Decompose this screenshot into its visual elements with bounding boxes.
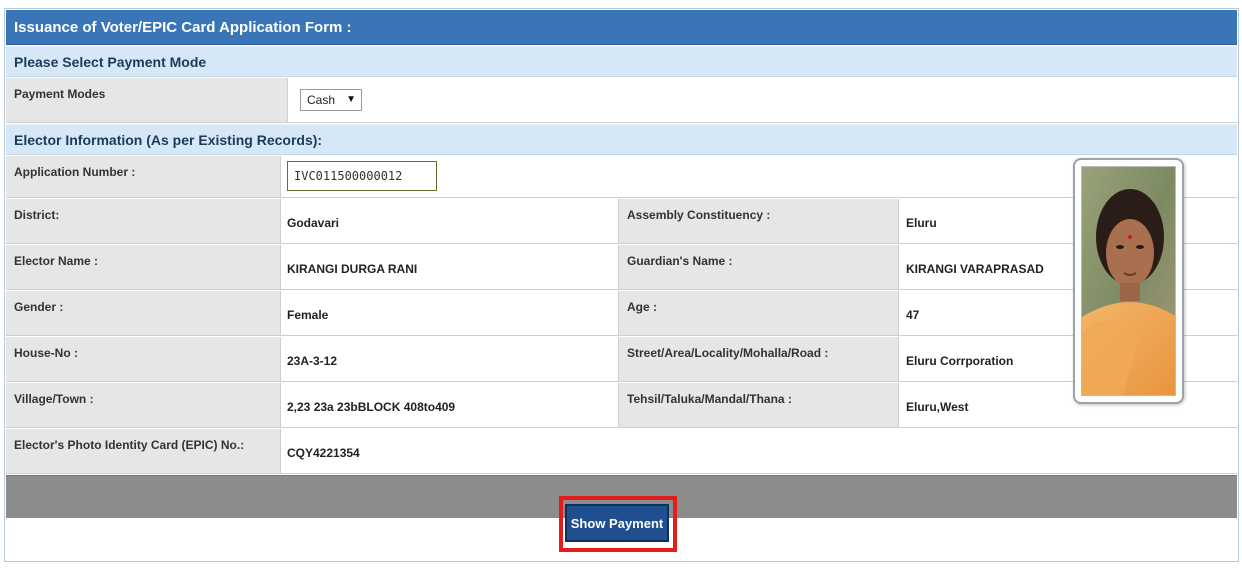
application-number-label: Application Number : — [6, 156, 281, 197]
payment-section-header: Please Select Payment Mode — [6, 46, 1237, 77]
payment-modes-label: Payment Modes — [6, 78, 288, 122]
application-form: Issuance of Voter/EPIC Card Application … — [4, 8, 1239, 562]
payment-modes-row: Payment Modes Cash ▼ — [6, 78, 1237, 123]
house-no-label: House-No : — [6, 337, 281, 381]
elector-section-header: Elector Information (As per Existing Rec… — [6, 124, 1237, 155]
district-label: District: — [6, 199, 281, 243]
gender-value: Female — [287, 308, 329, 322]
street-label: Street/Area/Locality/Mohalla/Road : — [618, 337, 899, 381]
assembly-label: Assembly Constituency : — [618, 199, 899, 243]
age-value: 47 — [906, 308, 920, 322]
dropdown-arrow-icon: ▼ — [346, 94, 356, 105]
payment-mode-select[interactable]: Cash ▼ — [300, 89, 362, 111]
age-label: Age : — [618, 291, 899, 335]
village-value: 2,23 23a 23bBLOCK 408to409 — [287, 400, 456, 414]
form-title: Issuance of Voter/EPIC Card Application … — [6, 10, 1237, 45]
tehsil-label: Tehsil/Taluka/Mandal/Thana : — [618, 383, 899, 427]
village-row: Village/Town : 2,23 23a 23bBLOCK 408to40… — [6, 383, 1237, 428]
epic-label: Elector's Photo Identity Card (EPIC) No.… — [6, 429, 281, 473]
epic-row: Elector's Photo Identity Card (EPIC) No.… — [6, 429, 1237, 474]
street-value: Eluru Corrporation — [906, 354, 1014, 368]
village-label: Village/Town : — [6, 383, 281, 427]
house-row: House-No : 23A-3-12 Street/Area/Locality… — [6, 337, 1237, 382]
guardian-name-label: Guardian's Name : — [618, 245, 899, 289]
elector-name-label: Elector Name : — [6, 245, 281, 289]
tehsil-value: Eluru,West — [906, 400, 969, 414]
guardian-name-value: KIRANGI VARAPRASAD — [906, 262, 1044, 276]
gender-label: Gender : — [6, 291, 281, 335]
assembly-value: Eluru — [906, 216, 937, 230]
district-row: District: Godavari Assembly Constituency… — [6, 199, 1237, 244]
elector-name-value: KIRANGI DURGA RANI — [287, 262, 418, 276]
elector-photo — [1081, 166, 1176, 396]
elector-photo-frame — [1073, 158, 1184, 404]
application-number-row: Application Number : IVC011500000012 — [6, 156, 1237, 198]
application-number-input[interactable]: IVC011500000012 — [287, 161, 437, 191]
show-payment-button[interactable]: Show Payment — [565, 504, 669, 542]
elector-name-row: Elector Name : KIRANGI DURGA RANI Guardi… — [6, 245, 1237, 290]
gender-row: Gender : Female Age : 47 — [6, 291, 1237, 336]
epic-value: CQY4221354 — [287, 446, 360, 460]
payment-mode-value: Cash — [307, 93, 336, 107]
district-value: Godavari — [287, 216, 340, 230]
house-no-value: 23A-3-12 — [287, 354, 338, 368]
